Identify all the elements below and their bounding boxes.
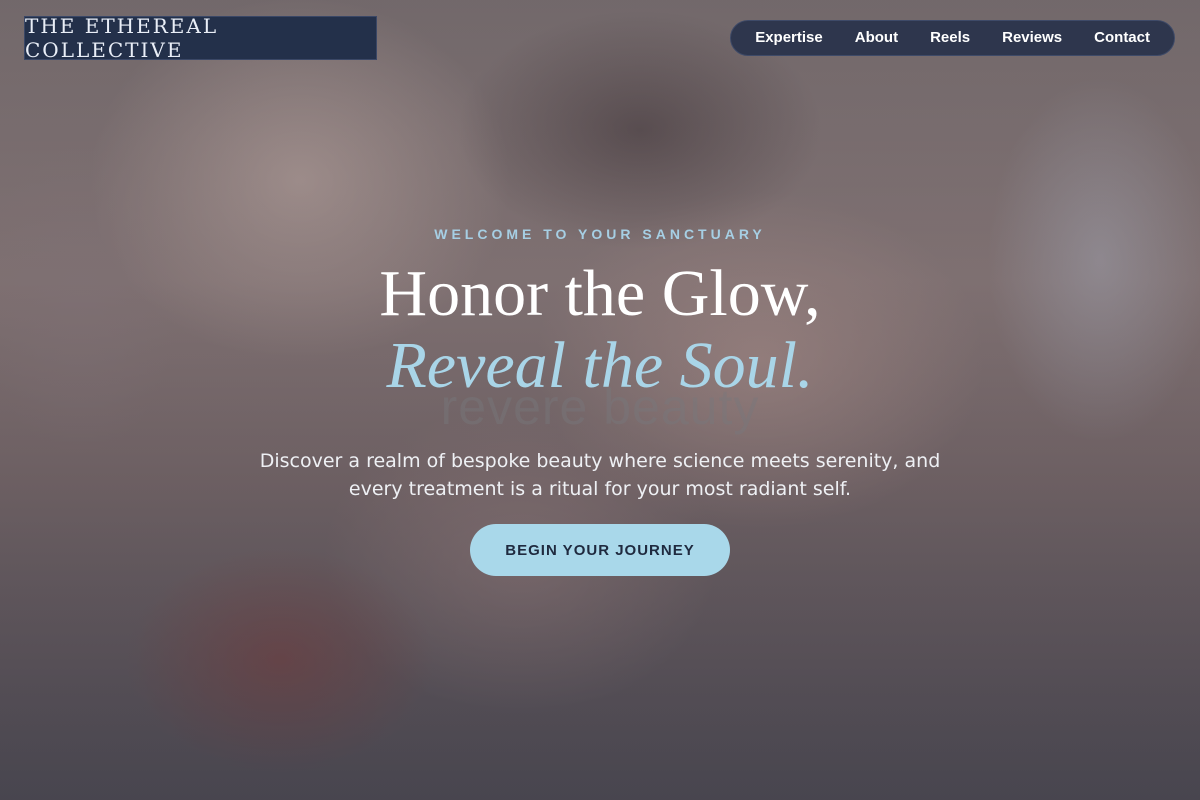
hero-description: Discover a realm of bespoke beauty where… (259, 450, 941, 500)
hero-eyebrow: WELCOME TO YOUR SANCTUARY (434, 226, 766, 242)
begin-journey-button[interactable]: BEGIN YOUR JOURNEY (470, 524, 730, 576)
hero-section: WELCOME TO YOUR SANCTUARY Honor the Glow… (0, 0, 1200, 800)
hero-title-line1: Honor the Glow, (379, 257, 821, 330)
hero-watermark: revere beauty (440, 379, 760, 435)
